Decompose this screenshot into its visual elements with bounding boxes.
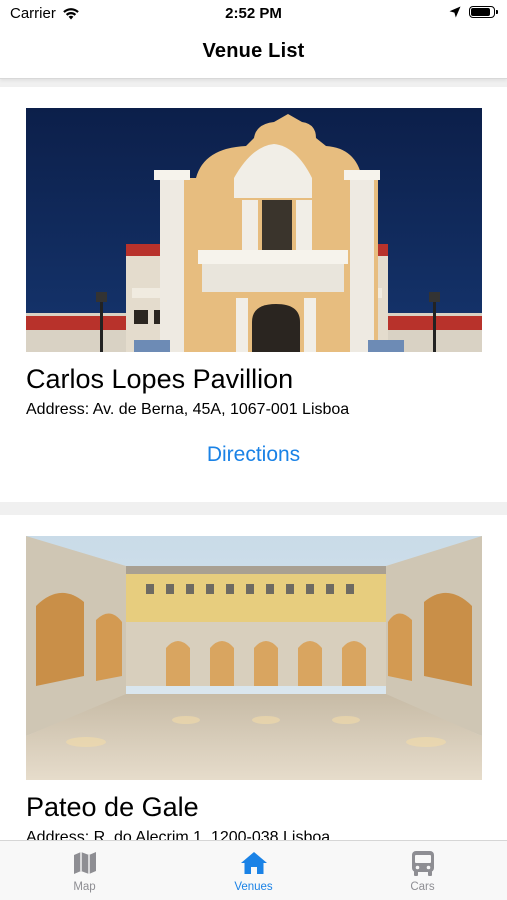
location-arrow-icon (449, 6, 461, 18)
status-time: 2:52 PM (225, 5, 282, 22)
venue-card: Carlos Lopes Pavillion Address: Av. de B… (0, 87, 507, 502)
venue-list[interactable]: Carlos Lopes Pavillion Address: Av. de B… (0, 79, 507, 841)
tab-label: Map (73, 881, 96, 893)
venue-name: Pateo de Gale (26, 792, 199, 822)
status-right (449, 6, 498, 18)
page-title: Venue List (202, 40, 305, 62)
tab-map[interactable]: Map (0, 841, 169, 900)
tab-label: Cars (410, 881, 435, 893)
tab-cars[interactable]: Cars (338, 841, 507, 900)
venue-photo (26, 536, 482, 780)
status-bar: Carrier 2:52 PM (0, 0, 507, 28)
map-icon (72, 849, 98, 877)
bus-icon (411, 849, 435, 877)
venue-address: Address: Av. de Berna, 45A, 1067-001 Lis… (26, 401, 350, 418)
battery-icon (469, 6, 498, 18)
navigation-bar: Venue List (0, 28, 507, 79)
tab-venues[interactable]: Venues (169, 841, 338, 900)
directions-button[interactable]: Directions (0, 443, 507, 467)
venue-card: Pateo de Gale Address: R. do Alecrim 1, … (0, 515, 507, 841)
venue-photo (26, 108, 482, 352)
tab-bar: Map Venues Cars (0, 840, 507, 900)
venue-name: Carlos Lopes Pavillion (26, 364, 294, 394)
home-icon (240, 849, 268, 877)
tab-label: Venues (234, 881, 273, 893)
